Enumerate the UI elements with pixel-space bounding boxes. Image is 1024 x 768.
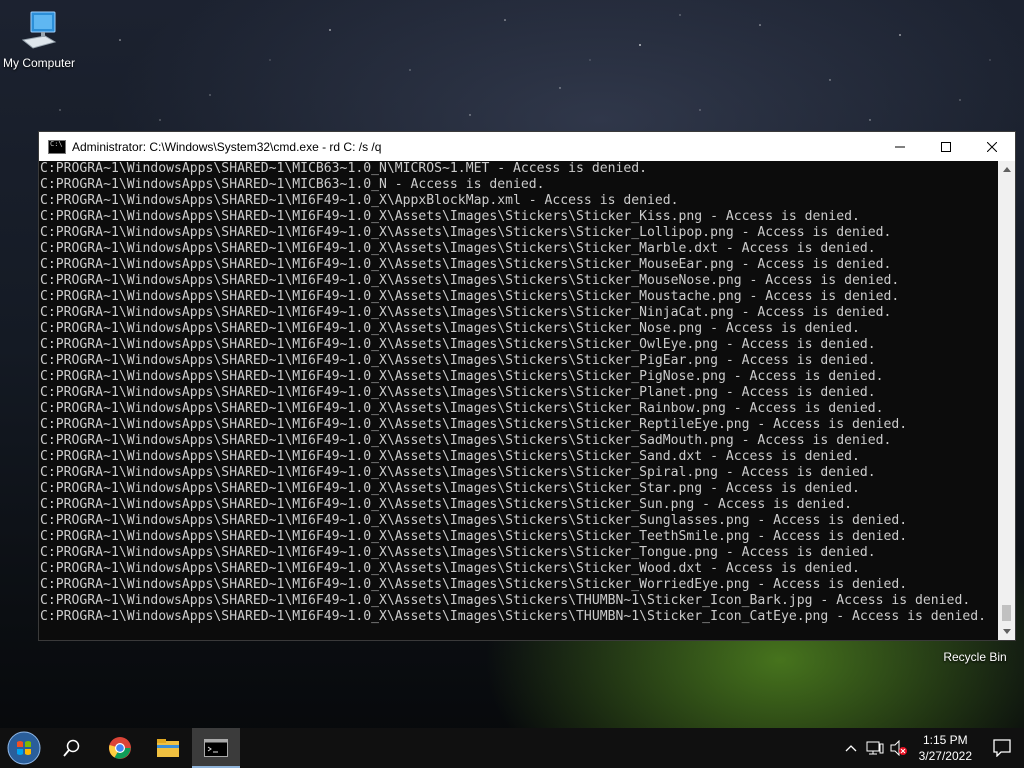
- search-icon: [63, 739, 80, 757]
- chevron-up-icon: [845, 745, 857, 752]
- console-line: C:PROGRA~1\WindowsApps\SHARED~1\MI6F49~1…: [40, 273, 900, 288]
- console-line: C:PROGRA~1\WindowsApps\SHARED~1\MI6F49~1…: [40, 545, 876, 560]
- console-line: C:PROGRA~1\WindowsApps\SHARED~1\MI6F49~1…: [40, 593, 971, 608]
- console-line: C:PROGRA~1\WindowsApps\SHARED~1\MI6F49~1…: [40, 433, 892, 448]
- system-tray: 1:15 PM 3/27/2022: [839, 728, 1024, 768]
- console-line: C:PROGRA~1\WindowsApps\SHARED~1\MI6F49~1…: [40, 529, 908, 544]
- taskbar-clock[interactable]: 1:15 PM 3/27/2022: [911, 732, 980, 764]
- volume-button[interactable]: [887, 728, 911, 768]
- chevron-down-icon: [1002, 629, 1011, 634]
- console-line: C:PROGRA~1\WindowsApps\SHARED~1\MI6F49~1…: [40, 353, 876, 368]
- console-line: C:PROGRA~1\WindowsApps\SHARED~1\MI6F49~1…: [40, 257, 892, 272]
- console-line: C:PROGRA~1\WindowsApps\SHARED~1\MI6F49~1…: [40, 337, 876, 352]
- scroll-up-button[interactable]: [998, 161, 1015, 178]
- console-line: C:PROGRA~1\WindowsApps\SHARED~1\MI6F49~1…: [40, 305, 892, 320]
- show-hidden-icons-button[interactable]: [839, 728, 863, 768]
- console-line: C:PROGRA~1\WindowsApps\SHARED~1\MICB63~1…: [40, 161, 647, 176]
- console-line: C:PROGRA~1\WindowsApps\SHARED~1\MI6F49~1…: [40, 561, 860, 576]
- console-line: C:PROGRA~1\WindowsApps\SHARED~1\MI6F49~1…: [40, 465, 876, 480]
- console-line: C:PROGRA~1\WindowsApps\SHARED~1\MI6F49~1…: [40, 609, 986, 624]
- taskbar: 1:15 PM 3/27/2022: [0, 728, 1024, 768]
- minimize-button[interactable]: [877, 132, 923, 161]
- network-button[interactable]: [863, 728, 887, 768]
- maximize-icon: [941, 141, 951, 152]
- desktop-icon-label: My Computer: [2, 56, 76, 70]
- console-line: C:PROGRA~1\WindowsApps\SHARED~1\MI6F49~1…: [40, 321, 860, 336]
- console-line: C:PROGRA~1\WindowsApps\SHARED~1\MICB63~1…: [40, 177, 545, 192]
- action-center-button[interactable]: [980, 728, 1024, 768]
- close-icon: [987, 141, 997, 152]
- computer-icon: [21, 11, 57, 49]
- console-line: C:PROGRA~1\WindowsApps\SHARED~1\MI6F49~1…: [40, 449, 860, 464]
- chrome-icon: [109, 737, 131, 759]
- vertical-scrollbar[interactable]: [998, 161, 1015, 640]
- desktop-icon-my-computer[interactable]: My Computer: [0, 8, 84, 70]
- file-explorer-icon: [157, 739, 179, 757]
- maximize-button[interactable]: [923, 132, 969, 161]
- scroll-down-button[interactable]: [998, 623, 1015, 640]
- console-line: C:PROGRA~1\WindowsApps\SHARED~1\MI6F49~1…: [40, 225, 892, 240]
- console-line: C:PROGRA~1\WindowsApps\SHARED~1\MI6F49~1…: [40, 241, 876, 256]
- clock-date: 3/27/2022: [918, 749, 972, 763]
- close-button[interactable]: [969, 132, 1015, 161]
- console-line: C:PROGRA~1\WindowsApps\SHARED~1\MI6F49~1…: [40, 209, 860, 224]
- network-icon: [866, 741, 884, 755]
- start-orb-icon: [7, 731, 41, 765]
- notification-icon: [993, 739, 1011, 757]
- taskbar-cmd[interactable]: [192, 728, 240, 768]
- window-titlebar[interactable]: Administrator: C:\Windows\System32\cmd.e…: [39, 132, 1015, 161]
- clock-time: 1:15 PM: [922, 733, 968, 747]
- console-output[interactable]: C:PROGRA~1\WindowsApps\SHARED~1\MICB63~1…: [39, 161, 999, 640]
- start-button[interactable]: [0, 728, 48, 768]
- search-button[interactable]: [48, 728, 96, 768]
- console-line: C:PROGRA~1\WindowsApps\SHARED~1\MI6F49~1…: [40, 193, 679, 208]
- window-title: Administrator: C:\Windows\System32\cmd.e…: [72, 139, 382, 154]
- taskbar-file-explorer[interactable]: [144, 728, 192, 768]
- console-line: C:PROGRA~1\WindowsApps\SHARED~1\MI6F49~1…: [40, 289, 900, 304]
- console-line: C:PROGRA~1\WindowsApps\SHARED~1\MI6F49~1…: [40, 369, 884, 384]
- console-line: C:PROGRA~1\WindowsApps\SHARED~1\MI6F49~1…: [40, 513, 908, 528]
- console-line: C:PROGRA~1\WindowsApps\SHARED~1\MI6F49~1…: [40, 497, 852, 512]
- scrollbar-thumb[interactable]: [1002, 605, 1011, 621]
- chevron-up-icon: [1002, 167, 1011, 172]
- cmd-icon: [204, 739, 228, 757]
- desktop-icon-label: Recycle Bin: [943, 650, 1007, 664]
- console-line: C:PROGRA~1\WindowsApps\SHARED~1\MI6F49~1…: [40, 401, 884, 416]
- volume-muted-icon: [890, 740, 907, 756]
- cmd-window[interactable]: Administrator: C:\Windows\System32\cmd.e…: [38, 131, 1016, 641]
- console-line: C:PROGRA~1\WindowsApps\SHARED~1\MI6F49~1…: [40, 481, 860, 496]
- taskbar-chrome[interactable]: [96, 728, 144, 768]
- cmd-icon: [48, 139, 66, 154]
- minimize-icon: [895, 146, 905, 147]
- console-line: C:PROGRA~1\WindowsApps\SHARED~1\MI6F49~1…: [40, 577, 908, 592]
- desktop-icon-recycle-bin[interactable]: Recycle Bin: [930, 650, 1020, 664]
- console-line: C:PROGRA~1\WindowsApps\SHARED~1\MI6F49~1…: [40, 385, 876, 400]
- console-line: C:PROGRA~1\WindowsApps\SHARED~1\MI6F49~1…: [40, 417, 908, 432]
